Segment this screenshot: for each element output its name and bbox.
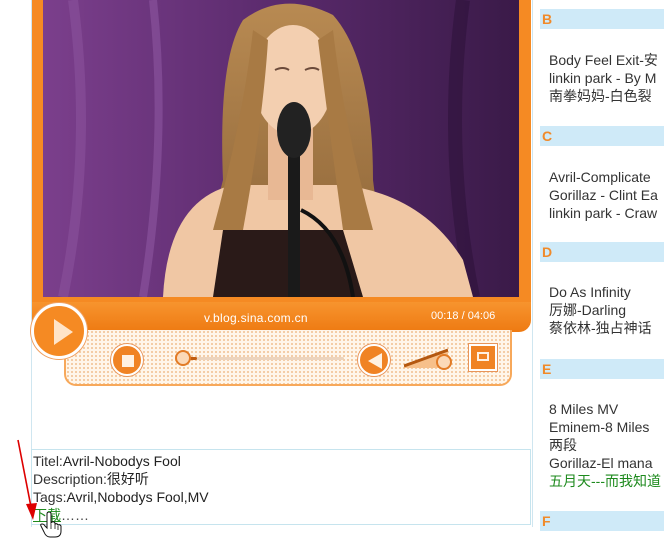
sidebar-item[interactable]: 五月天---而我知道 bbox=[549, 472, 661, 490]
section-header-b bbox=[540, 9, 664, 29]
section-letter-c: C bbox=[542, 128, 553, 144]
video-tags: Avril,Nobodys Fool,MV bbox=[66, 489, 209, 505]
video-tags-line: Tags:Avril,Nobodys Fool,MV bbox=[33, 488, 209, 506]
play-button[interactable] bbox=[31, 303, 87, 359]
fullscreen-button[interactable] bbox=[469, 344, 497, 371]
play-icon bbox=[54, 319, 73, 345]
sidebar-item[interactable]: 南拳妈妈-白色裂 bbox=[549, 87, 652, 105]
video-description-line: Description:很好听 bbox=[33, 470, 149, 488]
sidebar-item[interactable]: Do As Infinity bbox=[549, 283, 631, 301]
mute-button[interactable] bbox=[358, 344, 390, 376]
sidebar-item[interactable]: linkin park - Craw bbox=[549, 204, 657, 222]
seek-bar[interactable] bbox=[178, 357, 344, 360]
player-time-readout: 00:18 / 04:06 bbox=[431, 310, 496, 322]
video-description: 很好听 bbox=[106, 471, 149, 487]
section-header-f bbox=[540, 511, 664, 531]
volume-handle[interactable] bbox=[436, 354, 452, 370]
download-dots: …… bbox=[61, 507, 89, 523]
sidebar-item[interactable]: 厉娜-Darling bbox=[549, 301, 626, 319]
sidebar-item[interactable]: 两段 bbox=[549, 436, 577, 454]
player-site-label: v.blog.sina.com.cn bbox=[204, 311, 308, 325]
sidebar-item[interactable]: Gorillaz-El mana bbox=[549, 454, 652, 472]
sidebar-item[interactable]: Body Feel Exit-安 bbox=[549, 51, 658, 69]
seek-handle[interactable] bbox=[175, 350, 191, 366]
section-header-d bbox=[540, 242, 664, 262]
red-arrow-annotation-icon bbox=[17, 439, 37, 520]
section-letter-e: E bbox=[542, 361, 552, 377]
sidebar-item[interactable]: 蔡依林-独占神话 bbox=[549, 319, 652, 337]
fullscreen-icon bbox=[477, 352, 489, 361]
stop-icon bbox=[122, 355, 134, 367]
section-letter-d: D bbox=[542, 244, 553, 260]
video-title-line: Titel:Avril-Nobodys Fool bbox=[33, 452, 181, 470]
section-letter-b: B bbox=[542, 11, 553, 27]
section-header-c bbox=[540, 126, 664, 146]
description-label: Description: bbox=[33, 471, 107, 487]
hand-cursor-icon bbox=[40, 512, 62, 538]
stop-button[interactable] bbox=[111, 344, 143, 376]
video-frame-image bbox=[43, 0, 519, 297]
sidebar-item[interactable]: Gorillaz - Clint Ea bbox=[549, 186, 658, 204]
video-post: v.blog.sina.com.cn 00:18 / 04:06 Titel:A… bbox=[0, 0, 533, 547]
sidebar-item[interactable]: linkin park - By M bbox=[549, 69, 656, 87]
section-header-e bbox=[540, 359, 664, 379]
sidebar-item[interactable]: 8 Miles MV bbox=[549, 400, 618, 418]
sidebar-item[interactable]: Eminem-8 Miles bbox=[549, 418, 649, 436]
sidebar-item[interactable]: Avril-Complicate bbox=[549, 168, 651, 186]
video-frame[interactable] bbox=[43, 0, 519, 297]
video-title: Avril-Nobodys Fool bbox=[62, 453, 181, 469]
speaker-icon bbox=[368, 353, 382, 369]
section-letter-f: F bbox=[542, 513, 551, 529]
